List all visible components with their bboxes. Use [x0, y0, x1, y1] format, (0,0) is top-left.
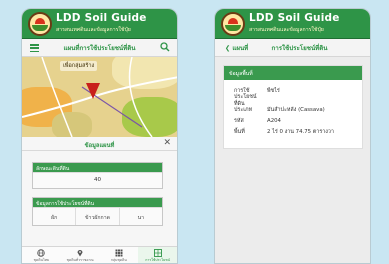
detail-key: ประเภท: [234, 107, 253, 113]
soil-card-value[interactable]: 40: [33, 172, 162, 188]
soil-card-heading: ลักษณะดินที่ดิน: [33, 163, 162, 172]
soil-card: ลักษณะดินที่ดิน 40: [32, 162, 163, 189]
detail-value: A204: [267, 118, 281, 124]
detail-key: พื้นที่: [234, 129, 245, 135]
detail-card: ข้อมูลพื้นที่ การใช้ประโยชน์ที่ดิน พืชไร…: [223, 65, 363, 149]
map-info-panel: ข้อมูลแผนที่ ✕ ลักษณะดินที่ดิน 40 ข้อมูล…: [22, 137, 177, 249]
close-icon[interactable]: ✕: [163, 138, 171, 148]
bottom-nav: ชุดดินไทย ชุดดินทั่วราชอาณ กลุ่มชุดดิน ก…: [22, 246, 177, 263]
nav-label: การใช้ประโยชน์: [145, 258, 170, 262]
nav-label: ชุดดินทั่วราชอาณ: [66, 258, 94, 262]
page-header: แผนที่การใช้ประโยชน์ที่ดิน: [22, 39, 177, 57]
app-title: LDD Soil Guide: [249, 12, 340, 24]
ldd-logo-icon: [221, 12, 245, 36]
land-use-options: ผัก ข้าวผักกาด นา: [33, 207, 162, 225]
grid-icon: [115, 249, 123, 257]
land-use-card: ข้อมูลการใช้ประโยชน์ที่ดิน ผัก ข้าวผักกา…: [32, 197, 163, 226]
detail-value: 2 ไร่ 0 งาน 74.75 ตารางวา: [267, 129, 334, 135]
ldd-logo-icon: [28, 12, 52, 36]
map-icon: [153, 249, 162, 257]
page-header: ❮ แผนที่ การใช้ประโยชน์ที่ดิน: [215, 39, 370, 57]
app-subtitle: สารสนเทศดินและข้อมูลการใช้ปุ๋ย: [249, 27, 324, 33]
map-label: เพื่อกลุ่มสร้าง: [60, 61, 98, 71]
nav-item-land-use[interactable]: การใช้ประโยชน์: [138, 247, 177, 263]
nav-item-soil-location[interactable]: ชุดดินทั่วราชอาณ: [61, 247, 100, 263]
location-icon: [77, 250, 83, 257]
phone-screen-map: LDD Soil Guide สารสนเทศดินและข้อมูลการใช…: [21, 8, 178, 264]
detail-key: การใช้ประโยชน์ที่ดิน: [234, 88, 257, 107]
land-use-option[interactable]: ข้าวผักกาด: [76, 208, 120, 225]
section-title: ข้อมูลพื้นที่: [224, 66, 362, 80]
land-use-option[interactable]: นา: [120, 208, 162, 225]
land-use-map[interactable]: เพื่อกลุ่มสร้าง: [22, 57, 177, 137]
nav-label: กลุ่มชุดดิน: [110, 258, 127, 262]
detail-key: รหัส: [234, 118, 244, 124]
page-title: แผนที่การใช้ประโยชน์ที่ดิน: [63, 45, 136, 52]
globe-icon: [37, 249, 46, 257]
nav-item-soil-thai[interactable]: ชุดดินไทย: [22, 247, 61, 263]
app-header: LDD Soil Guide สารสนเทศดินและข้อมูลการใช…: [22, 9, 177, 39]
detail-value: มันสำปะหลัง (Cassava): [267, 107, 325, 113]
land-use-option[interactable]: ผัก: [33, 208, 77, 225]
app-subtitle: สารสนเทศดินและข้อมูลการใช้ปุ๋ย: [56, 27, 131, 33]
detail-value: พืชไร่: [267, 88, 280, 94]
search-icon[interactable]: [160, 42, 170, 52]
nav-label: ชุดดินไทย: [33, 258, 50, 262]
panel-title: ข้อมูลแผนที่: [84, 143, 115, 149]
app-title: LDD Soil Guide: [56, 12, 147, 24]
phone-screen-detail: LDD Soil Guide สารสนเทศดินและข้อมูลการใช…: [214, 8, 371, 264]
app-header: LDD Soil Guide สารสนเทศดินและข้อมูลการใช…: [215, 9, 370, 39]
page-title: การใช้ประโยชน์ที่ดิน: [271, 45, 328, 52]
location-pin-icon[interactable]: [86, 83, 100, 99]
nav-item-soil-group[interactable]: กลุ่มชุดดิน: [100, 247, 139, 263]
land-use-card-heading: ข้อมูลการใช้ประโยชน์ที่ดิน: [33, 198, 162, 207]
